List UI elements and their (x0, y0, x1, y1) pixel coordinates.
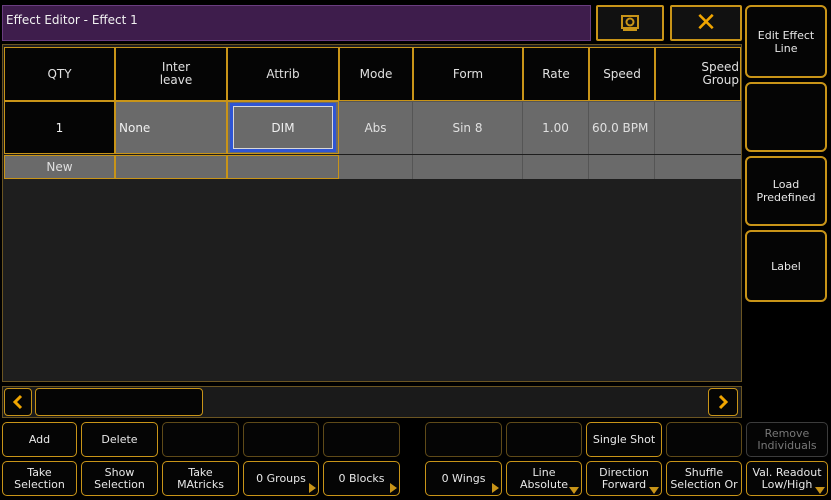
val-readout-button[interactable]: Val. Readout Low/High (746, 461, 828, 496)
show-selection-button[interactable]: Show Selection (81, 461, 158, 496)
camera-icon (621, 15, 639, 31)
header-mode[interactable]: Mode (339, 47, 413, 101)
header-speed-group[interactable]: Speed Group (655, 47, 741, 101)
cell-interleave[interactable]: None (115, 101, 227, 154)
cell-qty[interactable]: 1 (4, 101, 115, 154)
blocks-button[interactable]: 0 Blocks (323, 461, 400, 496)
load-predefined-button[interactable]: Load Predefined (745, 156, 827, 226)
scroll-left-button[interactable] (4, 388, 32, 416)
cell-speed[interactable]: 60.0 BPM (589, 101, 655, 154)
empty-button-6[interactable] (666, 422, 742, 457)
cell-attrib-wrapper: DIM (227, 101, 339, 154)
empty-button-1[interactable] (162, 422, 239, 457)
window-title: Effect Editor - Effect 1 (6, 13, 138, 27)
new-cell-attrib[interactable] (227, 155, 339, 179)
close-icon: ✕ (695, 8, 717, 38)
header-interleave[interactable]: Inter leave (115, 47, 227, 101)
arrow-down-icon (815, 487, 825, 494)
shuffle-selection-button[interactable]: Shuffle Selection Or (666, 461, 742, 496)
close-button[interactable]: ✕ (670, 5, 742, 41)
screenshot-button[interactable] (596, 5, 664, 41)
label-button[interactable]: Label (745, 230, 827, 302)
line-absolute-button[interactable]: Line Absolute (506, 461, 582, 496)
scroll-thumb[interactable] (35, 388, 203, 416)
edit-effect-line-button[interactable]: Edit Effect Line (745, 5, 827, 78)
header-rate[interactable]: Rate (523, 47, 589, 101)
new-cell-speed-group[interactable] (655, 155, 741, 179)
right-empty-button-1[interactable] (745, 82, 827, 152)
header-speed[interactable]: Speed (589, 47, 655, 101)
delete-button[interactable]: Delete (81, 422, 158, 457)
header-qty[interactable]: QTY (4, 47, 115, 101)
remove-individuals-button[interactable]: Remove Individuals (746, 422, 828, 457)
wings-button[interactable]: 0 Wings (425, 461, 502, 496)
empty-button-4[interactable] (425, 422, 502, 457)
new-cell-speed[interactable] (589, 155, 655, 179)
new-row-button[interactable]: New (4, 155, 115, 179)
cell-speed-group[interactable] (655, 101, 741, 154)
groups-button[interactable]: 0 Groups (243, 461, 319, 496)
arrow-right-icon (492, 483, 499, 493)
cell-mode[interactable]: Abs (339, 101, 413, 154)
take-matricks-button[interactable]: Take MAtricks (162, 461, 239, 496)
empty-button-3[interactable] (323, 422, 400, 457)
cell-attrib[interactable]: DIM (230, 103, 336, 152)
effect-table: QTY Inter leave Attrib Mode Form Rate Sp… (2, 44, 742, 382)
arrow-right-icon (390, 483, 397, 493)
chevron-left-icon (12, 394, 23, 410)
horizontal-scrollbar[interactable] (2, 386, 742, 418)
arrow-down-icon (649, 487, 659, 494)
arrow-down-icon (569, 487, 579, 494)
add-button[interactable]: Add (2, 422, 77, 457)
chevron-right-icon (718, 394, 729, 410)
cell-form[interactable]: Sin 8 (413, 101, 523, 154)
header-attrib[interactable]: Attrib (227, 47, 339, 101)
cell-rate[interactable]: 1.00 (523, 101, 589, 154)
empty-button-5[interactable] (506, 422, 582, 457)
empty-button-2[interactable] (243, 422, 319, 457)
new-cell-mode[interactable] (339, 155, 413, 179)
new-cell-rate[interactable] (523, 155, 589, 179)
header-form[interactable]: Form (413, 47, 523, 101)
direction-forward-button[interactable]: Direction Forward (586, 461, 662, 496)
scroll-right-button[interactable] (708, 388, 738, 416)
new-cell-interleave[interactable] (115, 155, 227, 179)
single-shot-button[interactable]: Single Shot (586, 422, 662, 457)
take-selection-button[interactable]: Take Selection (2, 461, 77, 496)
new-cell-form[interactable] (413, 155, 523, 179)
arrow-right-icon (309, 483, 316, 493)
